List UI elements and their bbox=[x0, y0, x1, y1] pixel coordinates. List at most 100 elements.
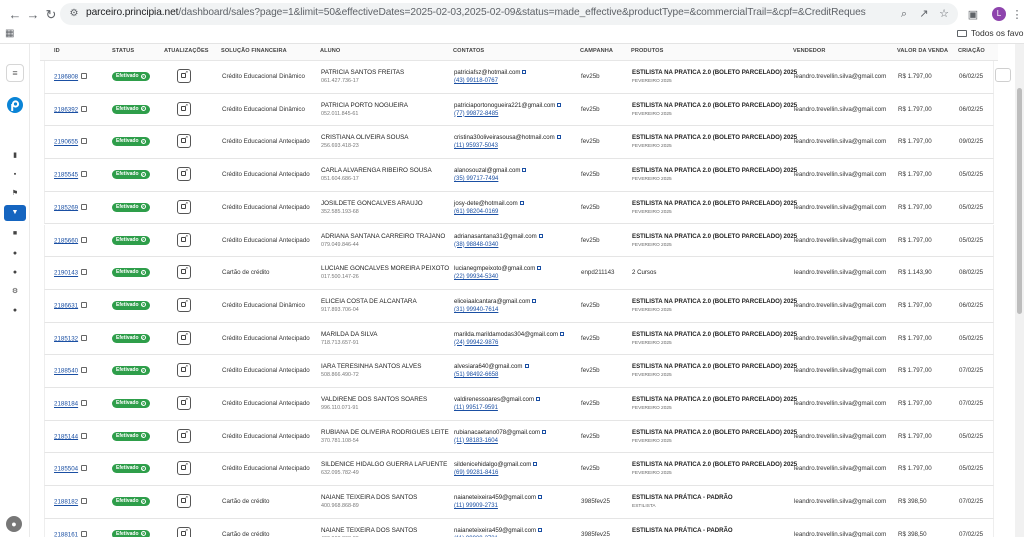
profile-avatar[interactable]: L bbox=[992, 7, 1006, 21]
sale-id-link[interactable]: 2190143 bbox=[54, 270, 78, 277]
update-open-button[interactable]: ↗ bbox=[177, 167, 191, 182]
copy-icon[interactable] bbox=[81, 171, 88, 178]
copy-icon[interactable] bbox=[81, 138, 88, 145]
copy-icon[interactable] bbox=[81, 400, 88, 406]
sale-id[interactable]: 2186631 bbox=[54, 301, 88, 309]
sale-id[interactable]: 2185132 bbox=[54, 334, 88, 342]
back-arrow-icon[interactable]: ← bbox=[6, 6, 24, 24]
contact-phone-link[interactable]: (38) 98848-0340 bbox=[454, 242, 498, 248]
share-icon[interactable]: ↗ bbox=[916, 6, 932, 22]
external-link-icon[interactable] bbox=[536, 397, 541, 401]
table-row[interactable]: 2188182 Efetivado ✓ ↗ Cartão de crédito NAIAN… bbox=[44, 486, 994, 519]
copy-icon[interactable] bbox=[81, 432, 88, 439]
table-row[interactable]: 2186392 Efetivado ✓ ↗ Crédito Educacional Di… bbox=[44, 93, 994, 127]
contact-email[interactable]: alanosouzal@gmail.com bbox=[454, 167, 527, 174]
contact-email[interactable]: naianeteixeira459@gmail.com bbox=[454, 527, 543, 534]
sale-id-link[interactable]: 2185545 bbox=[54, 172, 78, 179]
help-icon[interactable]: ● bbox=[9, 305, 21, 317]
contact-phone-link[interactable]: (22) 99934-5340 bbox=[454, 274, 498, 280]
copy-icon[interactable] bbox=[81, 203, 88, 210]
finance-icon[interactable]: ● bbox=[9, 267, 21, 279]
update-open-button[interactable]: ↗ bbox=[177, 134, 191, 149]
update-open-button[interactable]: ↗ bbox=[177, 428, 191, 443]
contact-email[interactable]: marilda.marildamodas304@gmail.com bbox=[454, 331, 565, 338]
update-open-button[interactable]: ↗ bbox=[177, 330, 191, 345]
contact-email[interactable]: patriciafsz@hotmail.com bbox=[454, 69, 527, 76]
external-link-icon[interactable] bbox=[522, 168, 527, 173]
table-row[interactable]: 2188540 Efetivado ✓ ↗ Crédito Educacional An… bbox=[44, 355, 994, 388]
column-header-sale-value[interactable]: VALOR DA VENDA bbox=[897, 48, 948, 54]
sale-id-link[interactable]: 2185144 bbox=[54, 433, 78, 440]
campaigns-flag-icon[interactable]: ⚑ bbox=[9, 188, 21, 200]
contact-email[interactable]: adrianasantana31@gmail.com bbox=[454, 233, 543, 240]
external-link-icon[interactable] bbox=[538, 495, 543, 500]
table-row[interactable]: 2188161 Efetivado ✓ ↗ Cartão de crédito NAIAN… bbox=[44, 518, 994, 537]
contact-phone-link[interactable]: (11) 95937-5043 bbox=[454, 143, 498, 149]
external-link-icon[interactable] bbox=[522, 70, 527, 74]
zoom-icon[interactable]: ⌕ bbox=[896, 6, 912, 22]
sale-id-link[interactable]: 2188182 bbox=[54, 499, 78, 506]
table-row[interactable]: 2190143 Efetivado ✓ ↗ Cartão de crédito LUCIA… bbox=[44, 257, 994, 290]
copy-icon[interactable] bbox=[81, 269, 88, 276]
address-bar[interactable]: ⚙ parceiro.principia.net/dashboard/sales… bbox=[60, 3, 958, 25]
reports-icon[interactable]: ▪ bbox=[9, 169, 21, 181]
contact-phone-link[interactable]: (31) 99940-7614 bbox=[454, 307, 498, 313]
sale-id-link[interactable]: 2185269 bbox=[54, 204, 78, 211]
external-link-icon[interactable] bbox=[519, 200, 524, 205]
contact-email[interactable]: lucianegmpeixoto@gmail.com bbox=[454, 265, 542, 272]
contact-phone-link[interactable]: (51) 98492-6658 bbox=[454, 372, 498, 378]
principia-logo-icon[interactable] bbox=[6, 96, 24, 114]
table-row[interactable]: 2185660 Efetivado ✓ ↗ Crédito Educacional An… bbox=[44, 224, 994, 258]
reload-icon[interactable]: ↻ bbox=[42, 6, 60, 24]
sale-id[interactable]: 2186808 bbox=[54, 73, 88, 81]
update-open-button[interactable]: ↗ bbox=[177, 265, 191, 280]
column-header-products[interactable]: PRODUTOS bbox=[631, 48, 663, 54]
copy-icon[interactable] bbox=[81, 530, 88, 537]
sale-id-link[interactable]: 2186631 bbox=[54, 302, 78, 309]
courses-icon[interactable]: ● bbox=[9, 248, 21, 260]
sale-id-link[interactable]: 2185660 bbox=[54, 237, 78, 244]
contact-phone-link[interactable]: (24) 99942-9876 bbox=[454, 340, 498, 346]
column-header-id[interactable]: ID bbox=[54, 48, 60, 54]
external-link-icon[interactable] bbox=[532, 298, 537, 303]
contact-phone-link[interactable]: (69) 99281-8416 bbox=[454, 470, 498, 476]
external-link-icon[interactable] bbox=[538, 233, 543, 238]
external-link-icon[interactable] bbox=[537, 266, 542, 271]
sale-id[interactable]: 2188184 bbox=[54, 400, 88, 408]
update-open-button[interactable]: ↗ bbox=[177, 526, 191, 537]
dashboard-chart-icon[interactable]: ▮ bbox=[9, 150, 21, 162]
table-row[interactable]: 2185132 Efetivado ✓ ↗ Crédito Educacional An… bbox=[44, 322, 994, 356]
table-row[interactable]: 2185269 Efetivado ✓ ↗ Crédito Educacional An… bbox=[44, 191, 994, 225]
update-open-button[interactable]: ↗ bbox=[177, 297, 191, 312]
contact-email[interactable]: valdirenessoares@gmail.com bbox=[454, 396, 541, 403]
contact-phone-link[interactable]: (11) 99517-9591 bbox=[454, 405, 498, 411]
apps-grid-icon[interactable]: ▦ bbox=[5, 29, 15, 39]
copy-icon[interactable] bbox=[81, 301, 88, 308]
table-row[interactable]: 2190655 Efetivado ✓ ↗ Crédito Educacional An… bbox=[44, 126, 994, 160]
contact-email[interactable]: alvesiara640@gmail.com bbox=[454, 363, 529, 370]
column-header-created[interactable]: CRIAÇÃO bbox=[958, 48, 985, 54]
contact-email[interactable]: patriciaportonogueira221@gmail.com bbox=[454, 102, 562, 109]
sale-id-link[interactable]: 2185504 bbox=[54, 466, 78, 473]
external-link-icon[interactable] bbox=[560, 331, 565, 336]
table-row[interactable]: 2185144 Efetivado ✓ ↗ Crédito Educacional An… bbox=[44, 420, 994, 454]
sale-id-link[interactable]: 2188184 bbox=[54, 401, 78, 408]
sale-id[interactable]: 2185504 bbox=[54, 465, 88, 473]
external-link-icon[interactable] bbox=[538, 527, 543, 532]
url-text[interactable]: parceiro.principia.net/dashboard/sales?p… bbox=[86, 7, 866, 18]
column-header-campaign[interactable]: CAMPANHA bbox=[580, 48, 613, 54]
update-open-button[interactable]: ↗ bbox=[177, 494, 191, 509]
sale-id-link[interactable]: 2188540 bbox=[54, 368, 78, 375]
contact-phone-link[interactable]: (43) 99118-0767 bbox=[454, 78, 498, 84]
copy-icon[interactable] bbox=[81, 465, 88, 472]
update-open-button[interactable]: ↗ bbox=[177, 461, 191, 476]
contact-phone-link[interactable]: (11) 99909-2731 bbox=[454, 503, 498, 509]
table-row[interactable]: 2185504 Efetivado ✓ ↗ Crédito Educacional An… bbox=[44, 453, 994, 487]
update-open-button[interactable]: ↗ bbox=[177, 396, 191, 410]
copy-icon[interactable] bbox=[81, 105, 88, 112]
contact-phone-link[interactable]: (77) 99872-8485 bbox=[454, 111, 498, 117]
menu-toggle-icon[interactable]: ≡ bbox=[6, 64, 24, 82]
external-link-icon[interactable] bbox=[557, 102, 562, 107]
settings-gear-icon[interactable]: ⚙ bbox=[9, 286, 21, 298]
sale-id[interactable]: 2185269 bbox=[54, 203, 88, 211]
